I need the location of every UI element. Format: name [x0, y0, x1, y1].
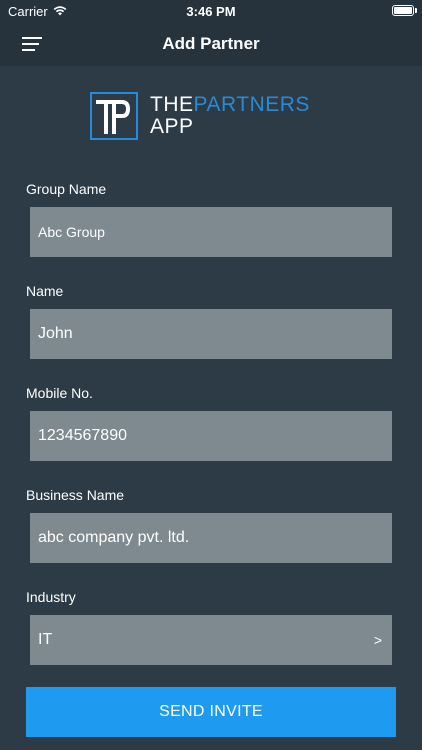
status-bar: Carrier 3:46 PM [0, 0, 422, 22]
logo-mark-icon [90, 92, 138, 140]
mobile-label: Mobile No. [26, 385, 93, 401]
business-name-value: abc company pvt. ltd. [38, 529, 190, 546]
logo-word-the: THE [150, 93, 194, 116]
chevron-right-icon: > [373, 632, 382, 648]
business-name-label: Business Name [26, 487, 125, 503]
name-value: John [38, 325, 73, 342]
battery-icon [392, 5, 414, 16]
send-invite-button[interactable]: SEND INVITE [26, 687, 396, 737]
page-title: Add Partner [162, 34, 260, 53]
industry-label: Industry [26, 589, 76, 605]
name-label: Name [26, 283, 64, 299]
logo-wordmark-line1: THEPARTNERS [150, 94, 310, 116]
mobile-field[interactable]: 1234567890 [30, 411, 392, 461]
battery-tip [415, 8, 417, 13]
group-name-label: Group Name [26, 181, 107, 197]
group-name-value: Abc Group [38, 224, 105, 240]
logo-word-partners: PARTNERS [193, 93, 310, 116]
status-time: 3:46 PM [186, 4, 236, 19]
group-name-field[interactable]: Abc Group [30, 207, 392, 257]
mobile-value: 1234567890 [38, 427, 127, 444]
battery-level [394, 7, 412, 14]
industry-select[interactable]: IT > [30, 615, 392, 665]
business-name-field[interactable]: abc company pvt. ltd. [30, 513, 392, 563]
logo-word-app: APP [150, 115, 194, 138]
nav-bar: Add Partner [0, 22, 422, 66]
name-field[interactable]: John [30, 309, 392, 359]
industry-value: IT [38, 631, 53, 648]
app-logo: THEPARTNERS APP [90, 92, 340, 142]
